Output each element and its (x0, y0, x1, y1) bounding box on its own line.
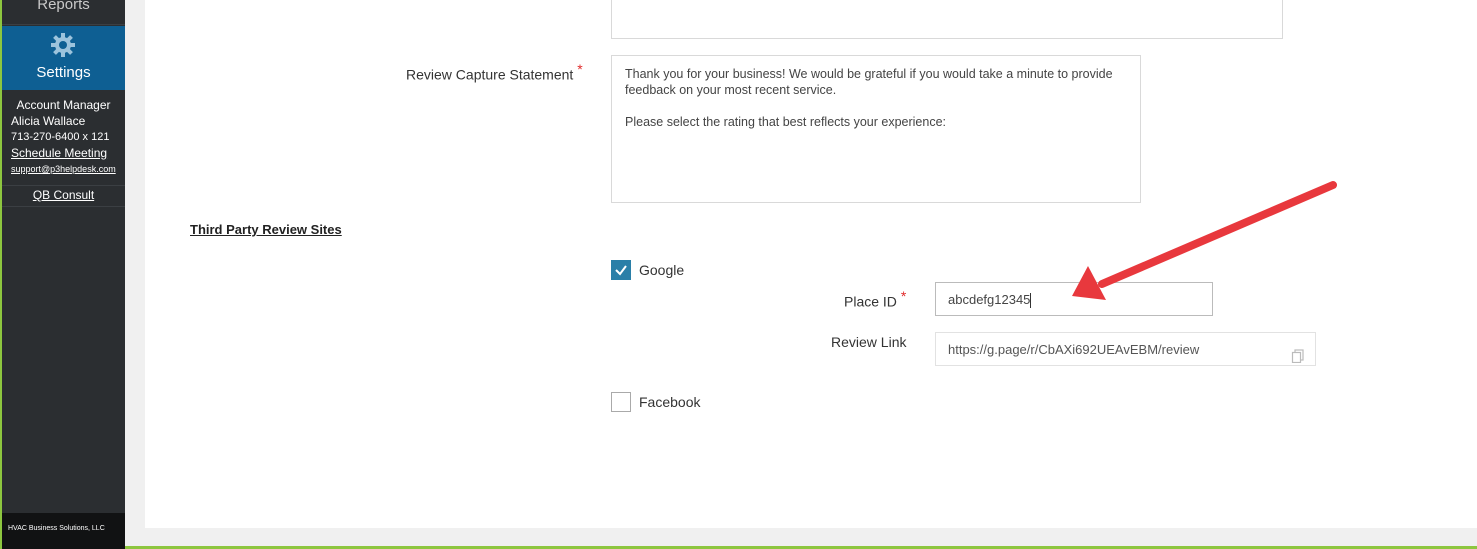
qb-consult-item: QB Consult (2, 185, 125, 207)
place-id-input[interactable]: abcdefg12345 (935, 282, 1213, 316)
nav-reports[interactable]: Reports (2, 0, 125, 25)
google-checkbox[interactable] (611, 260, 631, 280)
google-label[interactable]: Google (639, 262, 684, 278)
nav-reports-label: Reports (37, 0, 90, 13)
review-link-field[interactable]: https://g.page/r/CbAXi692UEAvEBM/review (935, 332, 1316, 366)
place-id-label-text: Place ID (844, 293, 897, 310)
gear-icon (50, 32, 76, 63)
place-id-value: abcdefg12345 (948, 292, 1031, 307)
third-party-review-sites-heading: Third Party Review Sites (190, 222, 342, 237)
place-id-label: Place ID * (844, 288, 906, 310)
settings-form-panel: Review Capture Statement * Thank you for… (145, 0, 1477, 528)
account-manager-info: Account Manager Alicia Wallace 713-270-6… (2, 97, 125, 177)
required-asterisk: * (577, 61, 583, 77)
required-asterisk: * (900, 288, 907, 304)
review-statement-label: Review Capture Statement * (406, 61, 583, 83)
copy-icon[interactable] (1291, 342, 1305, 375)
nav-settings-label: Settings (36, 64, 91, 81)
qb-consult-link[interactable]: QB Consult (33, 188, 94, 202)
text-cursor (1030, 293, 1032, 309)
schedule-meeting-link[interactable]: Schedule Meeting (2, 145, 125, 161)
account-manager-title: Account Manager (16, 98, 111, 112)
facebook-label[interactable]: Facebook (639, 394, 700, 410)
previous-text-field[interactable] (611, 0, 1283, 39)
review-statement-textarea[interactable]: Thank you for your business! We would be… (611, 55, 1141, 203)
sidebar: Reports Settings Account Manager Alicia … (0, 0, 125, 549)
review-link-label: Review Link (831, 334, 907, 350)
review-statement-label-text: Review Capture Statement (406, 66, 574, 83)
support-email-link[interactable]: support@p3helpdesk.com (2, 161, 125, 177)
facebook-checkbox[interactable] (611, 392, 631, 412)
account-manager-name: Alicia Wallace (11, 114, 86, 128)
account-manager-phone: 713-270-6400 x 121 (11, 131, 110, 143)
company-footer-text: HVAC Business Solutions, LLC (8, 525, 105, 532)
review-link-value: https://g.page/r/CbAXi692UEAvEBM/review (948, 342, 1200, 357)
nav-settings[interactable]: Settings (2, 26, 125, 90)
checkmark-icon (615, 265, 627, 276)
sidebar-footer: HVAC Business Solutions, LLC (2, 513, 125, 549)
